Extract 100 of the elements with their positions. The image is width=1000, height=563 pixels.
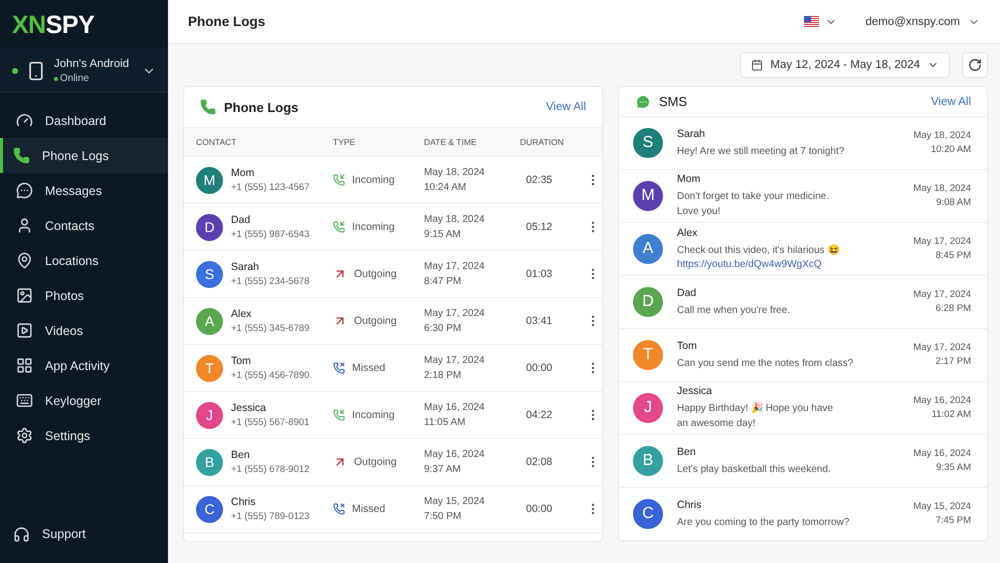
sidebar-item[interactable]: Phone Logs: [0, 138, 168, 173]
settings-icon: [16, 427, 33, 444]
contact-name: Ben: [231, 449, 251, 461]
call-date: May 16, 2024: [424, 401, 486, 415]
call-time: 6:30 PM: [424, 322, 462, 336]
contact-name: Mom: [231, 167, 256, 179]
column-header: DURATION: [520, 137, 565, 147]
page-title: Phone Logs: [188, 14, 266, 29]
message-time: 8:45 PM: [934, 249, 971, 263]
phone-number: +1 (555) 456-7890: [231, 370, 310, 381]
avatar: S: [633, 128, 663, 158]
avatar: M: [633, 181, 663, 211]
contact-name: Jessica: [231, 402, 268, 414]
incoming-call-icon: [333, 174, 345, 186]
call-duration: 02:08: [525, 456, 554, 468]
flag-icon: [804, 16, 820, 27]
sidebar-item[interactable]: App Activity: [0, 348, 168, 383]
avatar: C: [196, 496, 223, 522]
device-selector[interactable]: John's Android Online: [0, 48, 168, 93]
image-icon: [16, 287, 33, 304]
sidebar-item[interactable]: Photos: [0, 278, 168, 313]
avatar: T: [633, 340, 663, 370]
call-duration: 03:41: [525, 315, 554, 327]
avatar: B: [196, 448, 223, 476]
chat-bubble-icon: [16, 182, 33, 199]
call-duration: 05:12: [525, 221, 554, 233]
contact-name: Ben: [677, 446, 697, 458]
sidebar-item[interactable]: Settings: [0, 418, 168, 453]
headset-icon: [13, 526, 30, 542]
call-time: 8:47 PM: [424, 275, 462, 289]
column-header: TYPE: [333, 137, 356, 147]
calendar-icon: [751, 59, 764, 71]
date-range-picker[interactable]: May 12, 2024 - May 18, 2024: [740, 52, 950, 78]
avatar: D: [633, 287, 663, 317]
avatar: A: [633, 234, 663, 264]
contact-name: Alex: [677, 226, 698, 238]
message-text: Call me when you're free.: [677, 304, 792, 318]
device-status: Online: [60, 73, 89, 84]
call-time: 9:37 AM: [424, 463, 462, 477]
message-time: 9:08 AM: [935, 196, 971, 210]
logo: XNSPY: [11, 10, 96, 41]
avatar: C: [633, 499, 663, 529]
gauge-icon: [16, 112, 33, 129]
phone-number: +1 (555) 678-9012: [231, 464, 310, 475]
contact-name: Chris: [677, 498, 703, 510]
contact-name: Sarah: [231, 261, 260, 273]
contact-name: Chris: [231, 496, 257, 508]
chat-bubble-icon: [635, 94, 651, 110]
avatar: J: [633, 393, 663, 423]
contact-name: Dad: [231, 214, 252, 226]
missed-call-icon: [333, 362, 345, 374]
message-text: Are you coming to the party tomorrow?: [677, 516, 850, 530]
call-time: 10:24 AM: [424, 181, 468, 195]
sidebar-item[interactable]: Messages: [0, 173, 168, 208]
call-type: Outgoing: [354, 315, 397, 327]
refresh-icon: [968, 58, 982, 72]
phone-number: +1 (555) 123-4567: [231, 182, 310, 193]
refresh-button[interactable]: [962, 52, 988, 78]
call-duration: 01:03: [525, 268, 554, 280]
message-text: Check out this video, it's hilarious 😆: [677, 244, 840, 258]
sidebar-item[interactable]: Locations: [0, 243, 168, 278]
call-time: 9:15 AM: [424, 228, 462, 242]
message-text: Let's play basketball this weekend.: [677, 462, 832, 476]
incoming-call-icon: [333, 221, 345, 233]
language-selector[interactable]: [804, 16, 838, 28]
phone-number: +1 (555) 987-6543: [231, 229, 310, 240]
contact-name: Dad: [677, 286, 698, 298]
phone-number: +1 (555) 789-0123: [231, 511, 310, 522]
view-all-link[interactable]: View All: [930, 96, 971, 108]
message-time: 9:35 AM: [935, 461, 971, 475]
support-item[interactable]: Support: [0, 505, 168, 563]
sidebar-item[interactable]: Contacts: [0, 208, 168, 243]
message-time: 2:17 PM: [934, 355, 971, 369]
call-duration: 00:00: [525, 362, 554, 374]
contact-name: Mom: [677, 173, 702, 185]
message-time: 6:28 PM: [934, 302, 971, 316]
message-date: May 18, 2024: [913, 182, 971, 196]
message-link[interactable]: https://youtu.be/dQw4w9WgXcQ: [677, 258, 900, 272]
phone-number: +1 (555) 234-5678: [231, 276, 310, 287]
phone-number: +1 (555) 345-6789: [231, 323, 310, 334]
column-header: DATE & TIME: [424, 137, 478, 147]
call-date: May 18, 2024: [424, 166, 486, 180]
account-menu[interactable]: demo@xnspy.com: [865, 16, 980, 28]
sidebar-item[interactable]: Keylogger: [0, 383, 168, 418]
contact-name: Sarah: [677, 128, 706, 140]
message-text: Don't forget to take your medicine. Love you!: [677, 190, 830, 219]
contact-name: Tom: [677, 340, 698, 352]
call-date: May 17, 2024: [424, 307, 486, 321]
phone-icon: [200, 99, 216, 115]
call-time: 11:05 AM: [424, 416, 467, 430]
message-date: May 18, 2024: [913, 129, 971, 143]
view-all-link[interactable]: View All: [546, 101, 586, 113]
play-icon: [16, 322, 33, 339]
sidebar-item[interactable]: Dashboard: [0, 103, 168, 138]
message-date: May 17, 2024: [913, 341, 971, 355]
avatar: M: [196, 166, 223, 194]
call-duration: 00:00: [525, 503, 554, 515]
sidebar-item[interactable]: Videos: [0, 313, 168, 348]
avatar: B: [633, 446, 663, 476]
call-type: Outgoing: [354, 456, 397, 468]
